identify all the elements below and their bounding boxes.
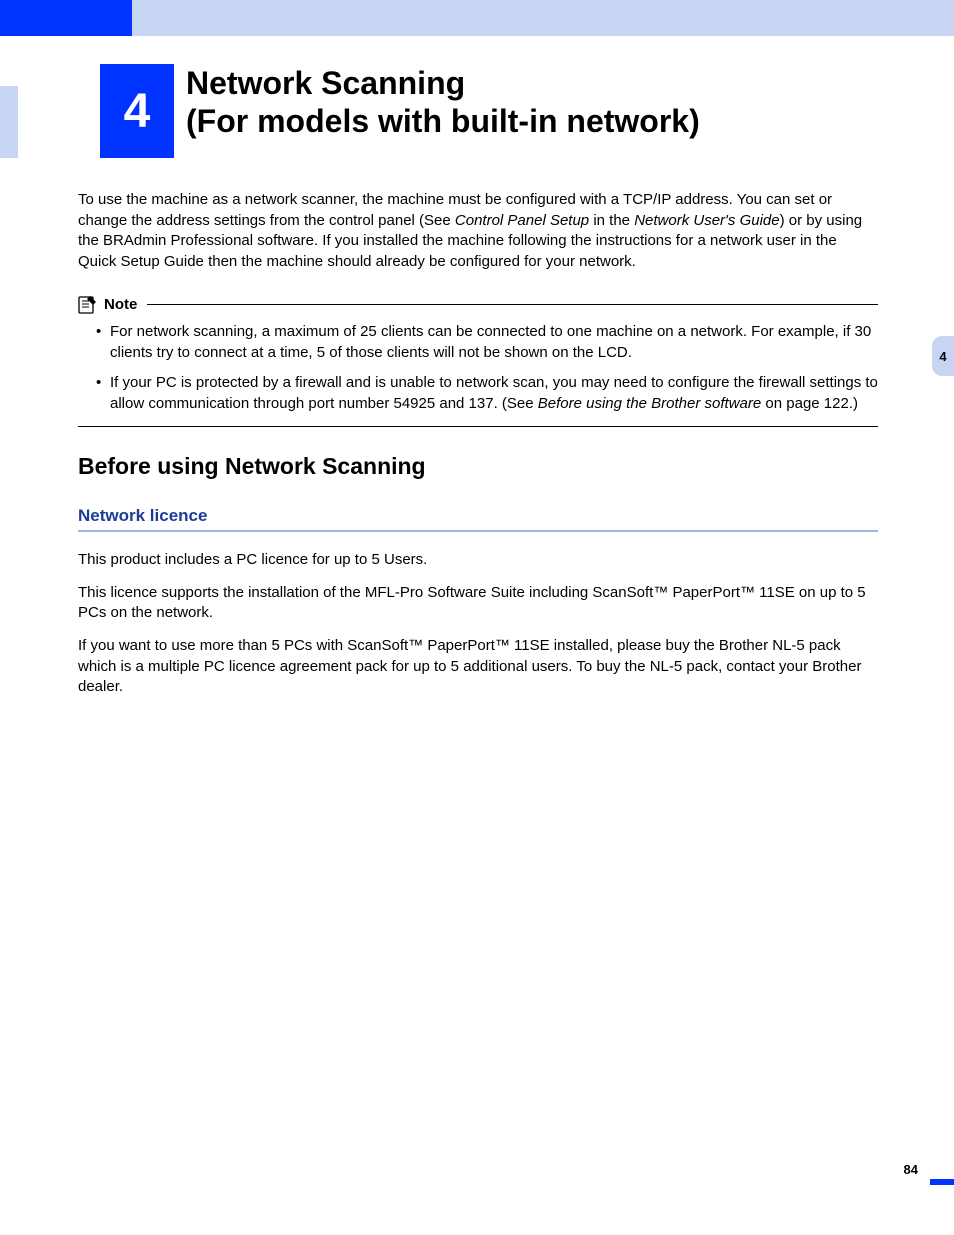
chapter-number: 4 xyxy=(124,84,151,139)
subsection-heading-wrap: Network licence xyxy=(78,506,878,532)
subsection-heading-network-licence: Network licence xyxy=(78,506,878,530)
footer-blue-accent xyxy=(930,1179,954,1185)
intro-paragraph: To use the machine as a network scanner,… xyxy=(78,190,878,272)
note-item-1: For network scanning, a maximum of 25 cl… xyxy=(96,322,878,363)
note-section: Note For network scanning, a maximum of … xyxy=(78,294,878,427)
side-tab-chapter: 4 xyxy=(932,336,954,376)
chapter-title-line2: (For models with built-in network) xyxy=(186,102,700,140)
note-list: For network scanning, a maximum of 25 cl… xyxy=(78,322,878,414)
note-label: Note xyxy=(104,296,137,313)
intro-italic-1: Control Panel Setup xyxy=(455,212,589,229)
chapter-title: Network Scanning (For models with built-… xyxy=(186,64,700,141)
body-paragraph-2: This licence supports the installation o… xyxy=(78,583,878,624)
note-pencil-icon xyxy=(78,294,98,314)
note-item-2-after: on page 122.) xyxy=(761,395,858,412)
page-number: 84 xyxy=(904,1162,918,1177)
side-tab-number: 4 xyxy=(939,349,946,364)
note-footer-rule xyxy=(78,426,878,427)
top-bar xyxy=(0,0,954,36)
top-bar-light-accent xyxy=(132,0,954,36)
note-item-2: If your PC is protected by a firewall an… xyxy=(96,373,878,414)
body-paragraph-3: If you want to use more than 5 PCs with … xyxy=(78,636,878,698)
page-content: To use the machine as a network scanner,… xyxy=(78,190,878,710)
top-bar-blue-accent xyxy=(0,0,132,36)
note-item-1-text: For network scanning, a maximum of 25 cl… xyxy=(110,323,871,361)
note-header-rule xyxy=(147,304,878,305)
left-side-accent xyxy=(0,86,18,158)
intro-italic-2: Network User's Guide xyxy=(634,212,779,229)
note-header: Note xyxy=(78,294,878,314)
intro-text-2: in the xyxy=(589,212,634,229)
chapter-title-line1: Network Scanning xyxy=(186,64,700,102)
body-paragraph-1: This product includes a PC licence for u… xyxy=(78,550,878,571)
chapter-number-box: 4 xyxy=(100,64,174,158)
note-item-2-italic: Before using the Brother software xyxy=(538,395,761,412)
subsection-heading-rule xyxy=(78,530,878,532)
section-heading-before-using: Before using Network Scanning xyxy=(78,453,878,480)
